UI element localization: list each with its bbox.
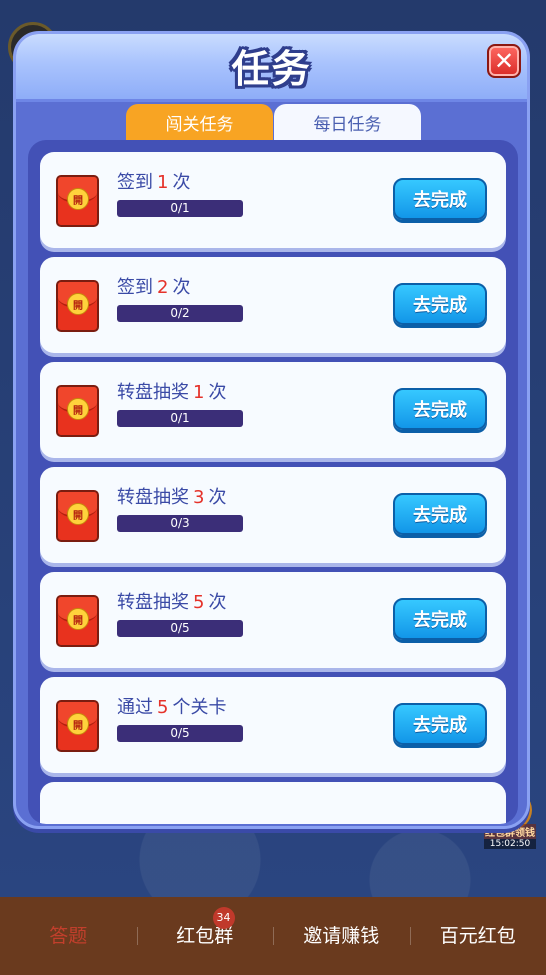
task-title: 转盘抽奖 3 次 xyxy=(117,483,226,509)
task-title-prefix: 转盘抽奖 xyxy=(117,382,189,403)
task-title: 转盘抽奖 1 次 xyxy=(117,378,226,404)
go-complete-button[interactable]: 去完成 xyxy=(393,178,487,220)
task-title-suffix: 次 xyxy=(172,277,191,298)
task-progress-bar: 0/3 xyxy=(117,515,243,532)
task-title-prefix: 转盘抽奖 xyxy=(117,487,189,508)
task-progress-bar: 0/1 xyxy=(117,200,243,217)
task-card: 開 转盘抽奖 3 次 0/3 去完成 xyxy=(40,467,506,563)
task-count: 5 xyxy=(193,592,205,613)
seal-icon: 開 xyxy=(67,293,89,315)
seal-icon: 開 xyxy=(67,608,89,630)
task-title-prefix: 签到 xyxy=(117,172,153,193)
task-title-suffix: 次 xyxy=(208,592,227,613)
task-card: 開 签到 1 次 0/1 去完成 xyxy=(40,152,506,248)
task-title: 通过 5 个关卡 xyxy=(117,693,226,719)
task-title: 签到 2 次 xyxy=(117,273,190,299)
progress-label: 0/5 xyxy=(170,621,190,635)
tab-level-tasks[interactable]: 闯关任务 xyxy=(126,104,273,140)
progress-label: 0/1 xyxy=(170,411,190,425)
task-count: 1 xyxy=(193,382,205,403)
nav-hundred-red-packet[interactable]: 百元红包 xyxy=(409,897,546,975)
task-card: 開 转盘抽奖 1 次 0/1 去完成 xyxy=(40,362,506,458)
task-count: 2 xyxy=(157,277,169,298)
progress-label: 0/5 xyxy=(170,726,190,740)
close-icon: ✕ xyxy=(493,47,515,75)
task-title-suffix: 个关卡 xyxy=(172,697,227,718)
red-envelope-icon: 開 xyxy=(56,280,99,332)
task-card-partial xyxy=(40,782,506,824)
task-progress-bar: 0/5 xyxy=(117,725,243,742)
nav-invite-earn-label: 邀请赚钱 xyxy=(303,925,380,947)
task-modal: 任务 ✕ 闯关任务 每日任务 開 签到 1 次 0/1 去完成 開 签到 2 次 0/2… xyxy=(13,31,530,829)
tab-daily-tasks[interactable]: 每日任务 xyxy=(274,104,421,140)
task-title-suffix: 次 xyxy=(208,487,227,508)
task-title-suffix: 次 xyxy=(172,172,191,193)
close-button[interactable]: ✕ xyxy=(487,44,521,78)
progress-label: 0/2 xyxy=(170,306,190,320)
nav-answer[interactable]: 答题 xyxy=(0,897,137,975)
progress-label: 0/3 xyxy=(170,516,190,530)
modal-header: 任务 ✕ xyxy=(16,34,527,102)
task-list[interactable]: 開 签到 1 次 0/1 去完成 開 签到 2 次 0/2 去完成 開 转盘抽奖 1 次 0… xyxy=(28,140,518,824)
nav-hundred-red-packet-label: 百元红包 xyxy=(439,925,516,947)
task-title-prefix: 签到 xyxy=(117,277,153,298)
notification-badge: 34 xyxy=(212,907,235,929)
task-card: 開 通过 5 个关卡 0/5 去完成 xyxy=(40,677,506,773)
modal-title: 任务 xyxy=(231,47,312,91)
red-envelope-icon: 開 xyxy=(56,490,99,542)
go-complete-button[interactable]: 去完成 xyxy=(393,283,487,325)
red-envelope-icon: 開 xyxy=(56,595,99,647)
task-progress-bar: 0/5 xyxy=(117,620,243,637)
progress-label: 0/1 xyxy=(170,201,190,215)
task-title: 签到 1 次 xyxy=(117,168,190,194)
nav-invite-earn[interactable]: 邀请赚钱 xyxy=(273,897,410,975)
go-complete-button[interactable]: 去完成 xyxy=(393,493,487,535)
seal-icon: 開 xyxy=(67,713,89,735)
task-title-suffix: 次 xyxy=(208,382,227,403)
bottom-nav: 答题 红包群 34 邀请赚钱 百元红包 xyxy=(0,897,546,975)
task-title-prefix: 转盘抽奖 xyxy=(117,592,189,613)
task-card: 開 签到 2 次 0/2 去完成 xyxy=(40,257,506,353)
task-tabs: 闯关任务 每日任务 xyxy=(126,104,422,140)
task-count: 3 xyxy=(193,487,205,508)
red-envelope-icon: 開 xyxy=(56,700,99,752)
task-title: 转盘抽奖 5 次 xyxy=(117,588,226,614)
red-envelope-icon: 開 xyxy=(56,385,99,437)
nav-red-packet-group[interactable]: 红包群 34 xyxy=(136,897,274,975)
task-count: 5 xyxy=(157,697,169,718)
task-progress-bar: 0/2 xyxy=(117,305,243,322)
red-envelope-icon: 開 xyxy=(56,175,99,227)
task-title-prefix: 通过 xyxy=(117,697,153,718)
task-progress-bar: 0/1 xyxy=(117,410,243,427)
seal-icon: 開 xyxy=(67,188,89,210)
seal-icon: 開 xyxy=(67,398,89,420)
task-card: 開 转盘抽奖 5 次 0/5 去完成 xyxy=(40,572,506,668)
go-complete-button[interactable]: 去完成 xyxy=(393,598,487,640)
seal-icon: 開 xyxy=(67,503,89,525)
go-complete-button[interactable]: 去完成 xyxy=(393,703,487,745)
go-complete-button[interactable]: 去完成 xyxy=(393,388,487,430)
task-count: 1 xyxy=(157,172,169,193)
side-badge-timer: 15:02:50 xyxy=(484,839,536,849)
nav-answer-label: 答题 xyxy=(49,925,88,947)
